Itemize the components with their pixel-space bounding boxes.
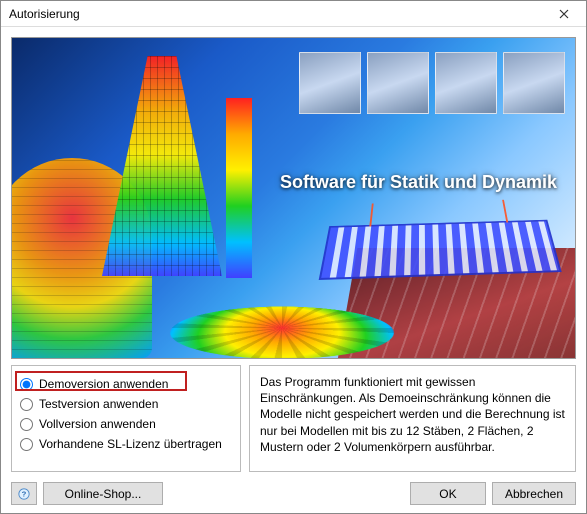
radio-vollversion[interactable]: Vollversion anwenden [18, 414, 234, 434]
authorization-dialog: Autorisierung Software für Statik und Dy… [0, 0, 587, 514]
help-button[interactable]: ? [11, 482, 37, 505]
radio-demoversion[interactable]: Demoversion anwenden [18, 374, 234, 394]
window-title: Autorisierung [9, 7, 544, 21]
options-group: Demoversion anwenden Testversion anwende… [11, 365, 241, 472]
svg-text:?: ? [22, 489, 27, 498]
description-panel: Das Programm funktioniert mit gewissen E… [249, 365, 576, 472]
radio-label: Vorhandene SL-Lizenz übertragen [39, 437, 222, 451]
dialog-content: Software für Statik und Dynamik Demovers… [1, 27, 586, 513]
ok-button[interactable]: OK [410, 482, 486, 505]
radio-label: Testversion anwenden [39, 397, 158, 411]
description-text: Das Programm funktioniert mit gewissen E… [260, 375, 565, 454]
banner-image: Software für Statik und Dynamik [11, 37, 576, 359]
footer: ? Online-Shop... OK Abbrechen [11, 478, 576, 505]
radio-sl-lizenz-input[interactable] [20, 438, 33, 451]
radio-vollversion-input[interactable] [20, 418, 33, 431]
banner-caption: Software für Statik und Dynamik [280, 172, 557, 193]
middle-row: Demoversion anwenden Testversion anwende… [11, 365, 576, 472]
close-button[interactable] [544, 2, 584, 26]
radio-label: Demoversion anwenden [39, 377, 168, 391]
radio-sl-lizenz[interactable]: Vorhandene SL-Lizenz übertragen [18, 434, 234, 454]
online-shop-button[interactable]: Online-Shop... [43, 482, 163, 505]
cancel-button[interactable]: Abbrechen [492, 482, 576, 505]
radio-demoversion-input[interactable] [20, 378, 33, 391]
help-icon: ? [18, 487, 30, 501]
radio-label: Vollversion anwenden [39, 417, 156, 431]
radio-testversion[interactable]: Testversion anwenden [18, 394, 234, 414]
radio-testversion-input[interactable] [20, 398, 33, 411]
titlebar: Autorisierung [1, 1, 586, 27]
close-icon [559, 9, 569, 19]
